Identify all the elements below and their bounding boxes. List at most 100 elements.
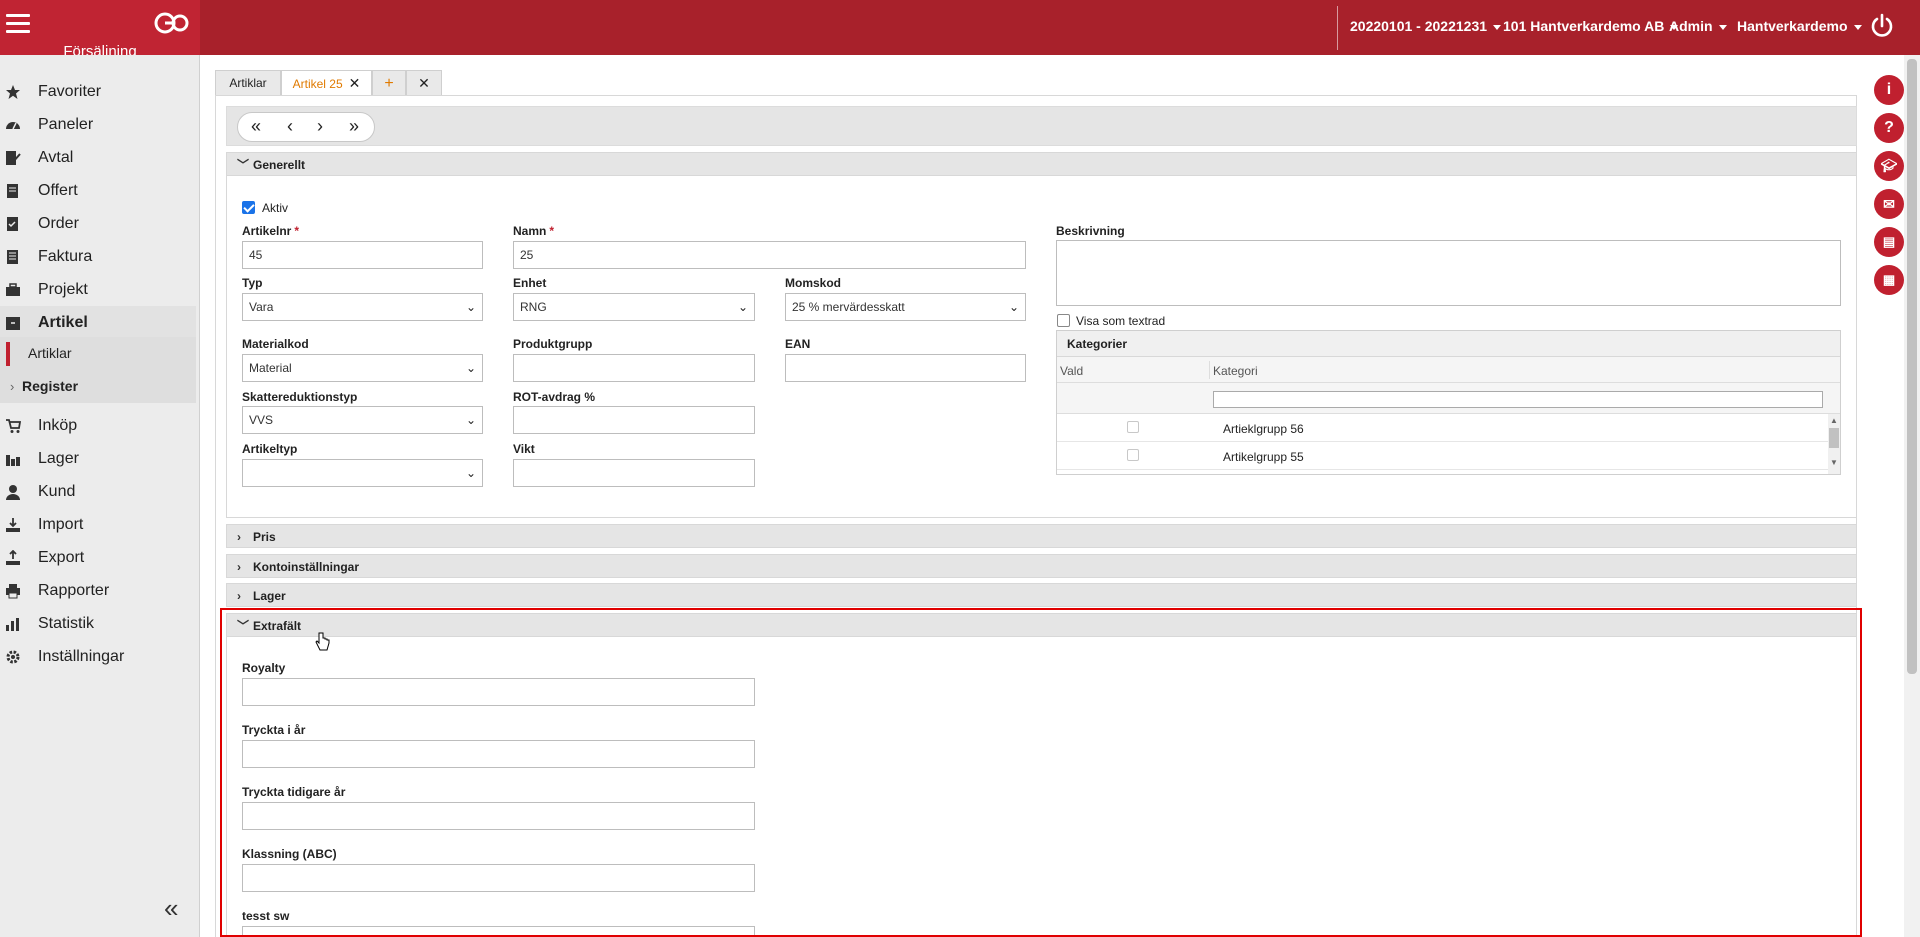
- row-checkbox[interactable]: [1127, 421, 1139, 433]
- test-field-label: tesst sw: [242, 909, 290, 923]
- column-header-selected[interactable]: Vald: [1060, 364, 1083, 378]
- mail-icon[interactable]: ✉: [1874, 189, 1904, 219]
- categories-filter-row: [1057, 383, 1840, 414]
- section-lager-header[interactable]: › Lager: [226, 583, 1857, 607]
- classification-input[interactable]: [242, 864, 755, 892]
- printed-previous-input[interactable]: [242, 802, 755, 830]
- sidebar-subitem-artiklar[interactable]: Artiklar: [0, 337, 196, 370]
- collapse-sidebar-icon[interactable]: «: [164, 895, 178, 921]
- material-label: Materialkod: [242, 337, 309, 351]
- test-field-input[interactable]: [242, 926, 755, 937]
- sidebar-item-label: Artikel: [38, 314, 88, 331]
- sidebar-item-label: Favoriter: [38, 83, 102, 100]
- previous-record-button[interactable]: ‹: [275, 112, 305, 142]
- table-row[interactable]: Artieklgrupp 56: [1057, 414, 1828, 442]
- categories-header: Vald Kategori: [1057, 357, 1840, 383]
- contract-icon: [6, 151, 21, 165]
- chevron-down-icon: ﹀: [237, 158, 250, 172]
- section-generellt-header[interactable]: ﹀ Generellt: [226, 152, 1857, 176]
- section-pris-header[interactable]: › Pris: [226, 524, 1857, 548]
- sidebar-item-label: Offert: [38, 182, 78, 199]
- period-selector[interactable]: 20220101 - 20221231: [1350, 18, 1502, 34]
- sidebar-item-register[interactable]: › Register: [0, 370, 196, 403]
- section-extrafalt-header[interactable]: ﹀ Extrafält: [226, 613, 1857, 637]
- rot-input[interactable]: [513, 406, 755, 434]
- star-icon: [6, 85, 20, 99]
- section-title: Generellt: [253, 158, 306, 172]
- printed-this-year-input[interactable]: [242, 740, 755, 768]
- category-filter-input[interactable]: [1213, 391, 1823, 408]
- categories-scrollbar[interactable]: ▲ ▼: [1828, 414, 1840, 474]
- productgroup-input[interactable]: [513, 354, 755, 382]
- sidebar-item-label: Register: [22, 378, 79, 394]
- hand-cursor-icon: [315, 632, 330, 651]
- show-textrow-checkbox[interactable]: [1057, 314, 1070, 327]
- active-checkbox[interactable]: [242, 201, 255, 214]
- name-input[interactable]: 25: [513, 241, 1026, 269]
- sidebar-item-projekt[interactable]: Projekt: [0, 273, 196, 306]
- cart-icon: [6, 419, 21, 433]
- warehouse-icon: [6, 455, 20, 466]
- section-title: Lager: [253, 589, 286, 603]
- next-record-button[interactable]: ›: [305, 112, 335, 142]
- person-icon: [6, 485, 20, 500]
- help-icon[interactable]: ?: [1874, 113, 1904, 143]
- page-scrollbar[interactable]: [1904, 55, 1920, 937]
- arttype-select[interactable]: ⌄: [242, 459, 483, 487]
- company-label: 101 Hantverkardemo AB: [1503, 18, 1665, 34]
- taxreduction-select[interactable]: VVS ⌄: [242, 406, 483, 434]
- royalty-input[interactable]: [242, 678, 755, 706]
- row-checkbox[interactable]: [1127, 449, 1139, 461]
- academy-icon[interactable]: 🎓︎: [1874, 151, 1904, 181]
- column-header-category[interactable]: Kategori: [1213, 364, 1258, 378]
- company-selector[interactable]: 101 Hantverkardemo AB: [1503, 18, 1679, 34]
- sidebar-item-faktura[interactable]: Faktura: [0, 240, 196, 273]
- role-selector[interactable]: Admin: [1669, 18, 1727, 34]
- user-menu[interactable]: Hantverkardemo: [1737, 18, 1862, 34]
- ean-input[interactable]: [785, 354, 1026, 382]
- unit-select[interactable]: RNG ⌄: [513, 293, 755, 321]
- tab-artiklar[interactable]: Artiklar: [215, 70, 281, 95]
- sidebar-item-favoriter[interactable]: Favoriter: [0, 75, 196, 108]
- description-textarea[interactable]: [1056, 240, 1841, 306]
- chart-icon: [6, 618, 19, 631]
- weight-input[interactable]: [513, 459, 755, 487]
- sidebar-item-installningar[interactable]: Inställningar: [0, 640, 196, 673]
- artnr-input[interactable]: 45: [242, 241, 483, 269]
- add-tab-button[interactable]: +: [372, 70, 406, 95]
- dashboard-icon: [6, 122, 20, 130]
- chevron-left-icon: ‹: [287, 116, 293, 136]
- sidebar-item-statistik[interactable]: Statistik: [0, 607, 196, 640]
- material-select[interactable]: Material ⌄: [242, 354, 483, 382]
- close-all-tabs-button[interactable]: ✕: [406, 70, 442, 95]
- sidebar-item-import[interactable]: Import: [0, 508, 196, 541]
- sidebar-item-artikel[interactable]: Artikel: [0, 306, 196, 339]
- info-icon[interactable]: i: [1874, 75, 1904, 105]
- vat-select[interactable]: 25 % mervärdesskatt ⌄: [785, 293, 1026, 321]
- table-row[interactable]: Artikelgrupp 55: [1057, 442, 1828, 470]
- sidebar-item-label: Kund: [38, 483, 76, 500]
- power-icon[interactable]: [1868, 12, 1896, 40]
- sidebar-item-rapporter[interactable]: Rapporter: [0, 574, 196, 607]
- go-logo-icon: [154, 12, 189, 34]
- sidebar-item-inkop[interactable]: Inköp: [0, 409, 196, 442]
- section-title: Extrafält: [253, 619, 302, 633]
- sidebar-item-kund[interactable]: Kund: [0, 475, 196, 508]
- first-record-button[interactable]: «: [241, 112, 271, 142]
- close-tab-icon[interactable]: ✕: [349, 75, 361, 91]
- sidebar-item-export[interactable]: Export: [0, 541, 196, 574]
- sidebar-item-offert[interactable]: Offert: [0, 174, 196, 207]
- order-icon: [7, 217, 18, 231]
- menu-icon[interactable]: [6, 14, 30, 34]
- sidebar-item-paneler[interactable]: Paneler: [0, 108, 196, 141]
- sidebar-item-lager[interactable]: Lager: [0, 442, 196, 475]
- document-list-icon[interactable]: ▦: [1874, 265, 1904, 295]
- type-select[interactable]: Vara ⌄: [242, 293, 483, 321]
- arttype-label: Artikeltyp: [242, 442, 298, 456]
- tab-artikel-25[interactable]: Artikel 25 ✕: [281, 70, 372, 95]
- document-check-icon[interactable]: ▤: [1874, 227, 1904, 257]
- sidebar-item-avtal[interactable]: Avtal: [0, 141, 196, 174]
- last-record-button[interactable]: »: [339, 112, 369, 142]
- sidebar-item-order[interactable]: Order: [0, 207, 196, 240]
- section-kontoinstallningar-header[interactable]: › Kontoinställningar: [226, 554, 1857, 578]
